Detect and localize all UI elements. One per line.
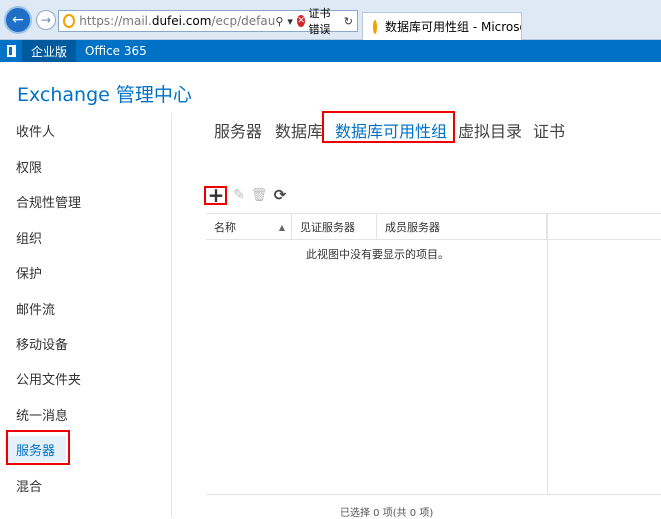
browser-tab[interactable]: 数据库可用性组 - Microso... ×	[362, 12, 522, 40]
sort-ascending-icon: ▲	[278, 222, 285, 232]
dropdown-arrow-icon[interactable]: ▾	[287, 15, 293, 28]
tab-virtual-directories[interactable]: 虚拟目录	[458, 118, 522, 142]
suite-bar: 企业版 Office 365	[0, 40, 661, 62]
dag-list: 名称 ▲ 见证服务器 成员服务器 此视图中没有要显示的项目。	[206, 213, 661, 495]
highlight-box-dag-tab	[322, 111, 455, 143]
nav-item-unified-messaging[interactable]: 统一消息	[16, 401, 68, 427]
suite-item-office365[interactable]: Office 365	[76, 40, 156, 62]
forward-arrow-icon[interactable]: →	[36, 10, 56, 30]
delete-icon[interactable]: 🗑	[250, 186, 268, 204]
detail-pane-divider	[547, 213, 548, 495]
nav-item-recipients[interactable]: 收件人	[16, 117, 55, 143]
column-header-witness[interactable]: 见证服务器	[292, 214, 377, 240]
refresh-icon[interactable]: ⟳	[271, 186, 289, 204]
selection-status: 已选择 0 项(共 0 项)	[340, 508, 434, 519]
tab-servers[interactable]: 服务器	[214, 118, 262, 142]
grid-header: 名称 ▲ 见证服务器 成员服务器	[206, 213, 661, 240]
page-title: Exchange 管理中心	[17, 84, 192, 106]
certificate-error-label: 证书错误	[308, 7, 331, 36]
office-logo-icon[interactable]	[0, 40, 22, 62]
edit-icon[interactable]: ✎	[230, 186, 248, 204]
nav-item-permissions[interactable]: 权限	[16, 153, 42, 179]
search-icon[interactable]: ⚲	[275, 15, 283, 28]
certificate-error[interactable]: ✕ 证书错误	[296, 5, 340, 37]
address-bar[interactable]: https://mail. dufei.com/ecp/defau ⚲ ▾ ✕ 证…	[58, 7, 358, 36]
tab-certificates[interactable]: 证书	[533, 118, 565, 142]
nav-item-mobile[interactable]: 移动设备	[16, 330, 68, 356]
column-name-label: 名称	[214, 221, 236, 234]
highlight-box-add	[204, 186, 227, 205]
nav-item-compliance[interactable]: 合规性管理	[16, 188, 81, 214]
url-path: /ecp/defau	[211, 14, 276, 28]
tab-title: 数据库可用性组 - Microso...	[385, 20, 521, 34]
nav-item-protection[interactable]: 保护	[16, 259, 42, 285]
back-arrow-icon[interactable]: ←	[4, 6, 32, 34]
ie-logo-icon	[373, 19, 377, 34]
nav-item-hybrid[interactable]: 混合	[16, 472, 42, 498]
empty-message: 此视图中没有要显示的项目。	[306, 248, 449, 261]
nav-item-public-folders[interactable]: 公用文件夹	[16, 365, 81, 391]
url-prefix: https://mail.	[79, 14, 152, 28]
error-icon: ✕	[296, 15, 306, 27]
tab-databases[interactable]: 数据库	[275, 118, 323, 142]
suite-item-enterprise[interactable]: 企业版	[22, 40, 77, 62]
column-header-name[interactable]: 名称 ▲	[206, 214, 292, 240]
grid-bottom-border	[206, 494, 661, 495]
column-header-members[interactable]: 成员服务器	[377, 214, 547, 240]
reload-icon[interactable]: ↻	[344, 15, 353, 28]
nav-item-organization[interactable]: 组织	[16, 224, 42, 250]
url-host: dufei.com	[151, 14, 212, 28]
nav-item-mail-flow[interactable]: 邮件流	[16, 295, 55, 321]
browser-toolbar: ← → https://mail. dufei.com/ecp/defau ⚲ ▾…	[0, 0, 661, 40]
ie-logo-icon	[63, 14, 76, 28]
highlight-box-servers	[6, 430, 70, 465]
